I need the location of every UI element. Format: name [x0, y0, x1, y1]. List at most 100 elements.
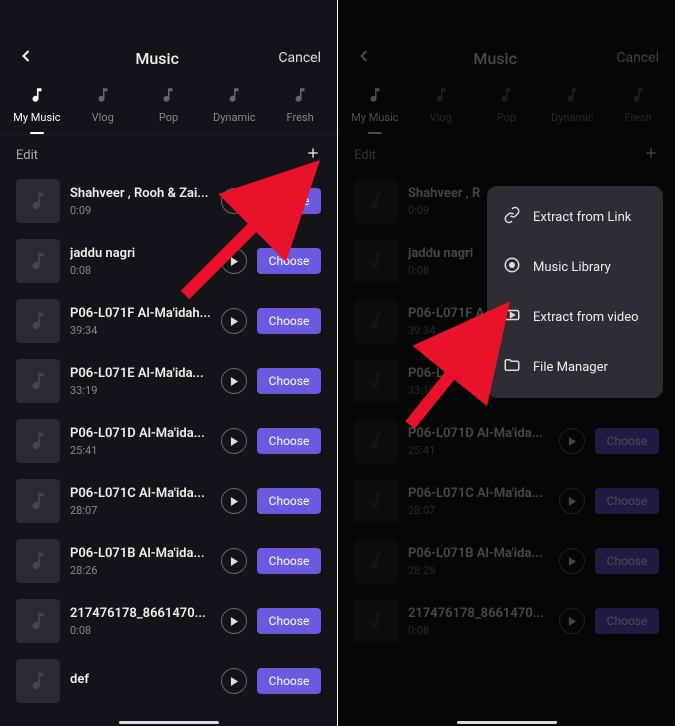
track-row: P06-L071D Al-Ma'ida...25:41Choose: [338, 411, 675, 471]
tab-label: My Music: [13, 111, 60, 124]
page-title: Music: [473, 49, 517, 68]
play-button[interactable]: [559, 548, 585, 574]
tab-vlog[interactable]: Vlog: [408, 86, 474, 124]
tab-fresh[interactable]: Fresh: [605, 86, 671, 124]
popup-item-extract-from-video[interactable]: Extract from video: [487, 292, 663, 342]
status-bar: [338, 0, 675, 36]
tab-vlog[interactable]: Vlog: [70, 86, 136, 124]
choose-button[interactable]: Choose: [595, 548, 659, 574]
cancel-button[interactable]: Cancel: [278, 50, 321, 66]
track-row: Shahveer , Rooh & Zai... 0:09 Choose: [0, 171, 337, 231]
play-button[interactable]: [221, 248, 247, 274]
track-thumbnail: [354, 179, 398, 223]
home-indicator: [457, 721, 557, 724]
add-popup: Extract from LinkMusic LibraryExtract fr…: [487, 186, 663, 398]
play-button[interactable]: [221, 368, 247, 394]
track-row: P06-L071B Al-Ma'ida...28:26Choose: [338, 531, 675, 591]
track-title: Shahveer , Rooh & Zai...: [70, 186, 211, 201]
choose-button[interactable]: Choose: [595, 488, 659, 514]
track-duration: 0:08: [70, 624, 211, 637]
edit-button[interactable]: Edit: [354, 148, 376, 163]
track-duration: 0:09: [70, 204, 211, 217]
choose-button[interactable]: Choose: [257, 368, 321, 394]
choose-button[interactable]: Choose: [257, 428, 321, 454]
choose-button[interactable]: Choose: [257, 248, 321, 274]
music-note-icon: [366, 86, 384, 107]
header: Music Cancel: [0, 36, 337, 80]
tab-label: Dynamic: [213, 111, 256, 124]
popup-item-music-library[interactable]: Music Library: [487, 242, 663, 292]
play-button[interactable]: [221, 548, 247, 574]
tab-pop[interactable]: Pop: [474, 86, 540, 124]
page-title: Music: [135, 49, 179, 68]
track-title: 217476178_8661470...: [70, 606, 211, 621]
track-info: P06-L071F Al-Ma'idah...39:34: [70, 306, 211, 337]
video-icon: [503, 306, 521, 328]
choose-button[interactable]: Choose: [595, 428, 659, 454]
track-thumbnail: [16, 299, 60, 343]
tab-my-music[interactable]: My Music: [342, 86, 408, 124]
track-row: def Choose: [0, 651, 337, 711]
popup-item-extract-from-link[interactable]: Extract from Link: [487, 192, 663, 242]
add-icon[interactable]: [305, 145, 321, 165]
cancel-button[interactable]: Cancel: [616, 50, 659, 66]
track-title: P06-L071B Al-Ma'ida...: [408, 546, 549, 561]
music-note-icon: [225, 86, 243, 107]
track-title: def: [70, 672, 211, 687]
tab-label: Pop: [497, 111, 516, 124]
edit-row: Edit: [0, 135, 337, 171]
choose-button[interactable]: Choose: [257, 308, 321, 334]
track-thumbnail: [16, 659, 60, 703]
play-button[interactable]: [221, 488, 247, 514]
choose-button[interactable]: Choose: [257, 188, 321, 214]
track-info: 217476178_8661470... 0:08: [70, 606, 211, 637]
play-button[interactable]: [221, 428, 247, 454]
track-title: jaddu nagri: [70, 246, 211, 261]
tab-my-music[interactable]: My Music: [4, 86, 70, 124]
back-icon[interactable]: [354, 46, 374, 70]
choose-button[interactable]: Choose: [257, 668, 321, 694]
tab-label: Fresh: [287, 111, 314, 124]
music-note-icon: [94, 86, 112, 107]
tab-fresh[interactable]: Fresh: [267, 86, 333, 124]
play-button[interactable]: [221, 668, 247, 694]
play-button[interactable]: [221, 308, 247, 334]
track-info: P06-L071C Al-Ma'ida...28:07: [408, 486, 549, 517]
track-duration: 28:26: [70, 564, 211, 577]
choose-button[interactable]: Choose: [595, 608, 659, 634]
play-button[interactable]: [221, 608, 247, 634]
track-thumbnail: [354, 599, 398, 643]
music-note-icon: [432, 86, 450, 107]
track-info: jaddu nagri0:08: [70, 246, 211, 277]
play-button[interactable]: [559, 608, 585, 634]
tab-label: Vlog: [430, 111, 452, 124]
popup-item-label: File Manager: [533, 360, 608, 375]
back-icon[interactable]: [16, 46, 36, 70]
edit-button[interactable]: Edit: [16, 148, 38, 163]
screen-right: Music Cancel My Music Vlog Pop DynamicFresh…: [338, 0, 675, 726]
track-thumbnail: [16, 179, 60, 223]
popup-item-file-manager[interactable]: File Manager: [487, 342, 663, 392]
track-title: P06-L071C Al-Ma'ida...: [408, 486, 549, 501]
tab-pop[interactable]: Pop: [136, 86, 202, 124]
play-button[interactable]: [221, 188, 247, 214]
choose-button[interactable]: Choose: [257, 488, 321, 514]
choose-button[interactable]: Choose: [257, 608, 321, 634]
add-icon[interactable]: [643, 145, 659, 165]
track-title: P06-L071B Al-Ma'ida...: [70, 546, 211, 561]
track-title: P06-L071C Al-Ma'ida...: [70, 486, 211, 501]
track-row: P06-L071C Al-Ma'ida...28:07 Choose: [338, 471, 675, 531]
play-button[interactable]: [559, 488, 585, 514]
track-row: 217476178_8661470... 0:08 Choose: [0, 591, 337, 651]
track-info: P06-L071C Al-Ma'ida...28:07: [70, 486, 211, 517]
choose-button[interactable]: Choose: [257, 548, 321, 574]
track-row: jaddu nagri0:08 Choose: [0, 231, 337, 291]
tab-dynamic[interactable]: Dynamic: [201, 86, 267, 124]
tab-dynamic[interactable]: Dynamic: [539, 86, 605, 124]
track-thumbnail: [16, 239, 60, 283]
track-list: Shahveer , Rooh & Zai...0:09Choosejaddu …: [0, 171, 337, 711]
track-title: P06-L071D Al-Ma'ida...: [408, 426, 549, 441]
play-button[interactable]: [559, 428, 585, 454]
track-title: P06-L071E Al-Ma'ida...: [70, 366, 211, 381]
track-title: P06-L071D Al-Ma'ida...: [70, 426, 211, 441]
